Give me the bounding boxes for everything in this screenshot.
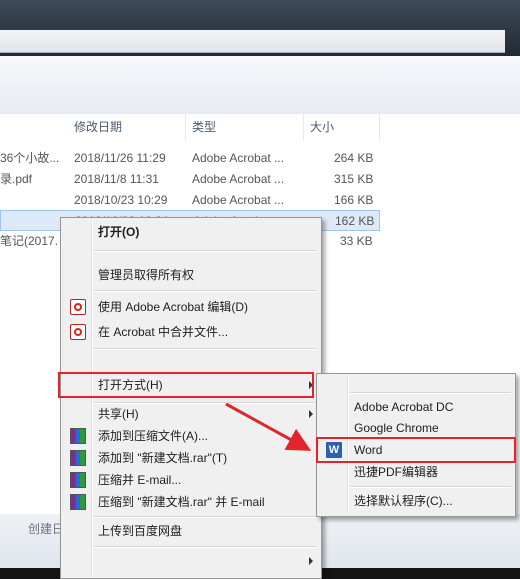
column-header-date[interactable]: 修改日期 bbox=[68, 114, 186, 140]
menu-item-label: 使用 Adobe Acrobat 编辑(D) bbox=[98, 300, 249, 314]
winrar-icon bbox=[70, 494, 86, 510]
menu-item-more[interactable] bbox=[63, 550, 319, 572]
file-size: 264 KB bbox=[334, 151, 374, 165]
menu-item-label: 选择默认程序(C)... bbox=[354, 494, 453, 508]
file-name: 笔记(2017... bbox=[0, 234, 58, 248]
menu-item-choose-default[interactable]: 选择默认程序(C)... bbox=[319, 490, 513, 512]
file-date: 2018/11/26 11:29 bbox=[74, 151, 166, 165]
menu-separator bbox=[94, 348, 317, 350]
menu-item-label: 压缩到 "新建文档.rar" 并 E-mail bbox=[98, 495, 265, 509]
file-size: 33 KB bbox=[340, 234, 373, 248]
menu-item-acrobat-dc[interactable]: Adobe Acrobat DC bbox=[319, 396, 513, 418]
file-name: 36个小故... bbox=[0, 151, 60, 165]
file-type: Adobe Acrobat ... bbox=[192, 193, 285, 207]
file-size: 166 KB bbox=[334, 193, 374, 207]
file-type: Adobe Acrobat ... bbox=[192, 172, 285, 186]
created-label: 创建日 bbox=[28, 522, 65, 536]
file-date: 2018/10/23 10:29 bbox=[74, 193, 168, 207]
menu-separator bbox=[94, 546, 317, 548]
table-row[interactable]: 2018/10/23 10:29 Adobe Acrobat ... 166 K… bbox=[0, 190, 380, 211]
window-titlebar bbox=[0, 0, 520, 56]
file-type: Adobe Acrobat ... bbox=[192, 151, 285, 165]
menu-item-compress-email[interactable]: 压缩并 E-mail... bbox=[63, 469, 319, 491]
menu-item-upload-baidu[interactable]: 上传到百度网盘 bbox=[63, 520, 319, 542]
highlight-word bbox=[316, 437, 516, 463]
menu-item-add-archive[interactable]: 添加到压缩文件(A)... bbox=[63, 425, 319, 447]
menu-item-label: 打开(O) bbox=[98, 225, 140, 239]
menu-separator bbox=[94, 250, 317, 252]
table-row[interactable]: 36个小故... 2018/11/26 11:29 Adobe Acrobat … bbox=[0, 148, 380, 169]
winrar-icon bbox=[70, 450, 86, 466]
column-header-size-label: 大小 bbox=[310, 120, 335, 134]
column-header-type-label: 类型 bbox=[192, 120, 217, 134]
address-bar[interactable] bbox=[0, 30, 505, 53]
menu-item-label: 添加到 "新建文档.rar"(T) bbox=[98, 451, 228, 465]
menu-item-label: 管理员取得所有权 bbox=[98, 268, 195, 282]
acrobat-icon bbox=[70, 299, 86, 315]
winrar-icon bbox=[70, 428, 86, 444]
table-row[interactable]: 录.pdf 2018/11/8 11:31 Adobe Acrobat ... … bbox=[0, 169, 380, 190]
menu-item-combine-acrobat[interactable]: 在 Acrobat 中合并文件... bbox=[63, 321, 319, 343]
column-header-date-label: 修改日期 bbox=[74, 120, 123, 134]
menu-item-label: Google Chrome bbox=[354, 421, 439, 435]
menu-item-label: 添加到压缩文件(A)... bbox=[98, 429, 208, 443]
winrar-icon bbox=[70, 472, 86, 488]
menu-item-chrome[interactable]: Google Chrome bbox=[319, 417, 513, 439]
menu-separator bbox=[94, 290, 317, 292]
menu-item-label: 压缩并 E-mail... bbox=[98, 473, 182, 487]
menu-item-label: 上传到百度网盘 bbox=[98, 524, 183, 538]
column-header-type[interactable]: 类型 bbox=[186, 114, 304, 140]
menu-item-edit-acrobat[interactable]: 使用 Adobe Acrobat 编辑(D) bbox=[63, 296, 319, 318]
submenu-arrow-icon bbox=[309, 557, 313, 565]
menu-item-label: Adobe Acrobat DC bbox=[354, 400, 454, 414]
menu-item-compress-rar-email[interactable]: 压缩到 "新建文档.rar" 并 E-mail bbox=[63, 491, 319, 513]
file-date: 2018/11/8 11:31 bbox=[74, 172, 159, 186]
toolbar bbox=[0, 56, 520, 115]
menu-item-add-rar[interactable]: 添加到 "新建文档.rar"(T) bbox=[63, 447, 319, 469]
menu-separator bbox=[350, 486, 511, 488]
menu-item-take-ownership[interactable]: 管理员取得所有权 bbox=[63, 264, 319, 286]
menu-separator bbox=[94, 516, 317, 518]
context-menu: 打开(O) 管理员取得所有权 使用 Adobe Acrobat 编辑(D) 在 … bbox=[60, 217, 322, 579]
menu-item-open[interactable]: 打开(O) bbox=[63, 221, 319, 243]
highlight-open-with bbox=[58, 372, 314, 398]
menu-item-xunjie-pdf[interactable]: 迅捷PDF编辑器 bbox=[319, 461, 513, 483]
file-size: 315 KB bbox=[334, 172, 374, 186]
file-size: 162 KB bbox=[335, 214, 375, 228]
menu-item-label: 迅捷PDF编辑器 bbox=[354, 465, 439, 479]
menu-item-share[interactable]: 共享(H) bbox=[63, 403, 319, 425]
column-header-size[interactable]: 大小 bbox=[304, 114, 380, 140]
submenu-arrow-icon bbox=[309, 410, 313, 418]
menu-item-label: 共享(H) bbox=[98, 407, 139, 421]
acrobat-combine-icon bbox=[70, 324, 86, 340]
menu-item-label: 在 Acrobat 中合并文件... bbox=[98, 325, 229, 339]
file-name: 录.pdf bbox=[0, 172, 33, 186]
menu-separator bbox=[350, 392, 511, 394]
